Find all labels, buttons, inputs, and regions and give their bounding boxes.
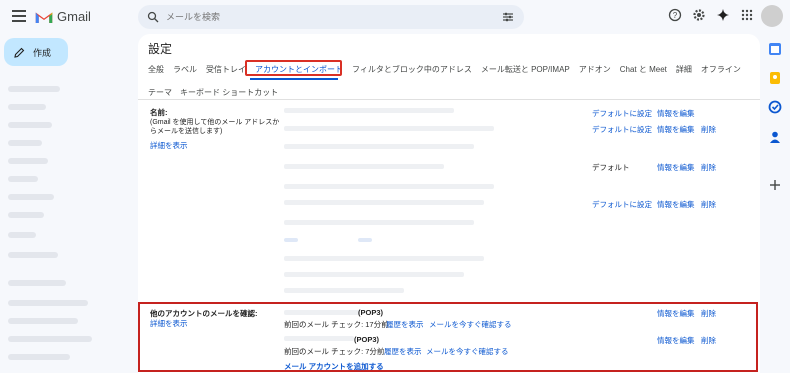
main-menu-icon[interactable] <box>12 10 26 22</box>
set-default-link[interactable]: デフォルトに設定 <box>592 124 652 135</box>
sidebar-item[interactable] <box>8 232 36 238</box>
search-input[interactable] <box>166 9 486 25</box>
tab-addons[interactable]: アドオン <box>579 64 611 75</box>
account-protocol: (POP3) <box>358 308 384 317</box>
sidebar-item[interactable] <box>8 318 78 324</box>
apps-grid-icon[interactable] <box>740 8 754 22</box>
sidebar-item[interactable] <box>8 158 48 164</box>
app-name: Gmail <box>57 9 91 24</box>
redacted-address <box>284 272 464 277</box>
active-tab-highlight-box <box>245 60 342 76</box>
account-protocol: (POP3) <box>354 335 380 344</box>
pencil-icon <box>14 47 25 58</box>
check-mail-details-link[interactable]: 詳細を表示 <box>150 318 188 329</box>
tab-themes[interactable]: テーマ <box>148 87 172 98</box>
sidebar-item[interactable] <box>8 122 52 128</box>
tab-general[interactable]: 全般 <box>148 64 164 75</box>
compose-label: 作成 <box>33 47 52 58</box>
sidebar-item[interactable] <box>8 300 88 306</box>
gmail-m-icon <box>35 12 53 23</box>
last-check-time: 前回のメール チェック: 17分前 <box>284 320 389 329</box>
delete-link[interactable]: 削除 <box>701 199 716 210</box>
sidebar-item[interactable] <box>8 252 58 258</box>
active-tab-indicator <box>250 78 338 80</box>
calendar-icon[interactable] <box>768 42 782 56</box>
tasks-icon[interactable] <box>768 100 782 114</box>
edit-info-link[interactable]: 情報を編集 <box>657 124 695 135</box>
account-avatar[interactable] <box>761 5 783 27</box>
edit-info-link[interactable]: 情報を編集 <box>657 162 695 173</box>
add-mail-account-link[interactable]: メール アカウントを追加する <box>284 361 384 372</box>
tab-filters[interactable]: フィルタとブロック中のアドレス <box>352 64 472 75</box>
keep-icon[interactable] <box>768 71 782 85</box>
redacted-address <box>284 200 484 205</box>
tab-offline[interactable]: オフライン <box>701 64 741 75</box>
last-check-time: 前回のメール チェック: 7分前 <box>284 347 385 356</box>
redacted-address <box>284 126 494 131</box>
add-addon-icon[interactable] <box>768 178 782 192</box>
delete-link[interactable]: 削除 <box>701 162 716 173</box>
sidebar-item[interactable] <box>8 212 44 218</box>
gemini-sparkle-icon[interactable] <box>716 8 730 22</box>
name-section-description: (Gmail を使用して他のメール アドレスからメールを送信します) <box>150 119 280 135</box>
redacted-link <box>358 238 372 242</box>
check-mail-now-link[interactable]: メールを今すぐ確認する <box>429 319 512 330</box>
sidebar-item[interactable] <box>8 140 42 146</box>
tab-inbox[interactable]: 受信トレイ <box>206 64 246 75</box>
edit-info-link[interactable]: 情報を編集 <box>657 108 695 119</box>
sidebar-item[interactable] <box>8 280 66 286</box>
redacted-address <box>284 184 494 189</box>
sidebar-item[interactable] <box>8 336 92 342</box>
redacted-address <box>284 164 444 169</box>
compose-button[interactable]: 作成 <box>4 38 68 66</box>
page-title: 設定 <box>148 42 173 56</box>
sidebar-item[interactable] <box>8 194 54 200</box>
delete-link[interactable]: 削除 <box>701 124 716 135</box>
settings-tabs-row2: テーマ キーボード ショートカット <box>148 87 278 98</box>
tab-advanced[interactable]: 詳細 <box>676 64 692 75</box>
search-bar[interactable] <box>138 5 524 29</box>
sidebar-item[interactable] <box>8 104 46 110</box>
svg-text:?: ? <box>673 11 678 20</box>
help-icon[interactable]: ? <box>668 8 682 22</box>
divider <box>138 99 760 100</box>
top-bar: Gmail ? <box>0 0 790 34</box>
settings-tabs: 全般 ラベル 受信トレイ アカウントとインポート フィルタとブロック中のアドレス… <box>148 64 741 75</box>
edit-info-link[interactable]: 情報を編集 <box>657 199 695 210</box>
tab-forwarding-pop-imap[interactable]: メール転送と POP/IMAP <box>481 64 570 75</box>
view-history-link[interactable]: 履歴を表示 <box>384 346 422 357</box>
name-section-label: 名前: <box>150 108 168 117</box>
sidebar-item[interactable] <box>8 86 60 92</box>
edit-info-link[interactable]: 情報を編集 <box>657 308 695 319</box>
search-options-icon[interactable] <box>502 11 514 23</box>
delete-link[interactable]: 削除 <box>701 308 716 319</box>
contacts-icon[interactable] <box>768 130 782 144</box>
default-status: デフォルト <box>592 163 630 172</box>
tab-keyboard-shortcuts[interactable]: キーボード ショートカット <box>180 87 278 98</box>
set-default-link[interactable]: デフォルトに設定 <box>592 199 652 210</box>
redacted-account <box>284 336 354 341</box>
sidebar-item[interactable] <box>8 176 38 182</box>
redacted-address <box>284 108 454 113</box>
redacted-address <box>284 220 474 225</box>
tab-chat-meet[interactable]: Chat と Meet <box>620 64 667 75</box>
tab-labels[interactable]: ラベル <box>173 64 197 75</box>
gmail-logo[interactable]: Gmail <box>35 9 91 24</box>
sidebar-item[interactable] <box>8 354 70 360</box>
side-panel-rail <box>760 34 790 373</box>
view-history-link[interactable]: 履歴を表示 <box>386 319 424 330</box>
check-mail-now-link[interactable]: メールを今すぐ確認する <box>426 346 509 357</box>
delete-link[interactable]: 削除 <box>701 335 716 346</box>
settings-gear-icon[interactable] <box>692 8 706 22</box>
edit-info-link[interactable]: 情報を編集 <box>657 335 695 346</box>
redacted-link <box>284 238 298 242</box>
redacted-address <box>284 288 404 293</box>
settings-panel: 設定 全般 ラベル 受信トレイ アカウントとインポート フィルタとブロック中のア… <box>138 34 760 373</box>
redacted-account <box>284 310 360 315</box>
search-icon[interactable] <box>147 11 159 23</box>
redacted-address <box>284 144 474 149</box>
redacted-address <box>284 256 484 261</box>
name-details-link[interactable]: 詳細を表示 <box>150 140 188 151</box>
set-default-link[interactable]: デフォルトに設定 <box>592 108 652 119</box>
